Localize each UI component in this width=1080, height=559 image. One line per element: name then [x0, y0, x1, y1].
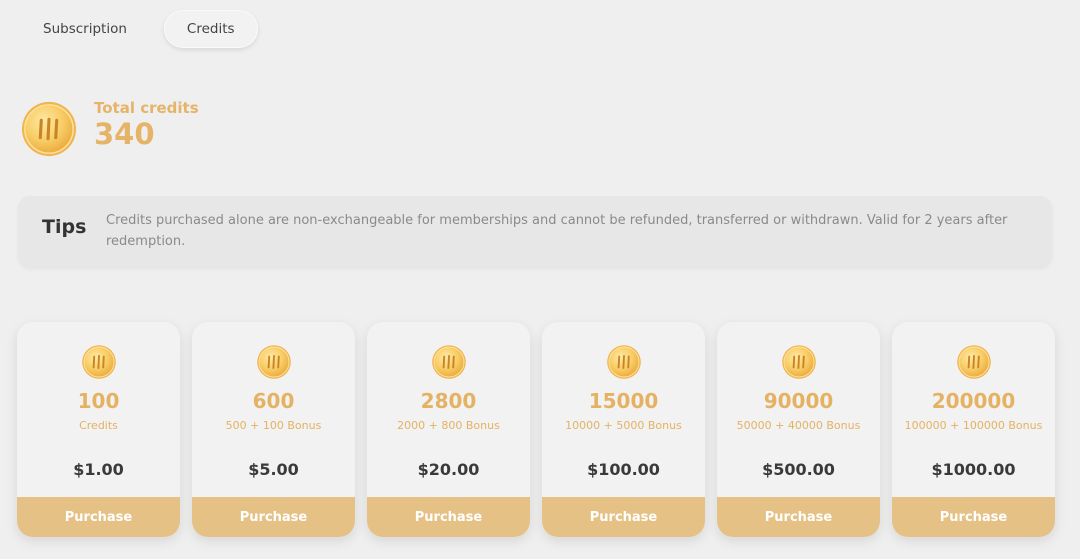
package-price: $20.00 [417, 460, 480, 479]
package-amount: 90000 [763, 389, 834, 413]
coin-icon [431, 344, 467, 380]
coin-icon [781, 344, 817, 380]
package-price: $1000.00 [931, 460, 1016, 479]
purchase-button[interactable]: Purchase [717, 497, 880, 537]
tab-credits[interactable]: Credits [163, 10, 258, 48]
coin-icon [956, 344, 992, 380]
package-breakdown: Credits [79, 419, 118, 432]
purchase-button[interactable]: Purchase [192, 497, 355, 537]
coin-icon [81, 344, 117, 380]
purchase-button[interactable]: Purchase [542, 497, 705, 537]
package-price: $5.00 [248, 460, 299, 479]
total-credits-panel: Total credits 340 [20, 99, 199, 158]
package-card: 600 500 + 100 Bonus $5.00 Purchase [192, 322, 355, 537]
package-price: $500.00 [762, 460, 835, 479]
tab-subscription[interactable]: Subscription [20, 10, 150, 48]
purchase-button[interactable]: Purchase [892, 497, 1055, 537]
coin-icon [256, 344, 292, 380]
purchase-button[interactable]: Purchase [367, 497, 530, 537]
coin-icon [606, 344, 642, 380]
package-card: 15000 10000 + 5000 Bonus $100.00 Purchas… [542, 322, 705, 537]
purchase-button[interactable]: Purchase [17, 497, 180, 537]
package-card: 2800 2000 + 800 Bonus $20.00 Purchase [367, 322, 530, 537]
package-amount: 2800 [420, 389, 477, 413]
tips-box: Tips Credits purchased alone are non-exc… [18, 196, 1052, 267]
package-card: 100 Credits $1.00 Purchase [17, 322, 180, 537]
credit-packages: 100 Credits $1.00 Purchase 600 500 + 100… [17, 322, 1055, 537]
package-amount: 200000 [931, 389, 1016, 413]
package-breakdown: 10000 + 5000 Bonus [565, 419, 682, 432]
package-card: 90000 50000 + 40000 Bonus $500.00 Purcha… [717, 322, 880, 537]
package-amount: 100 [77, 389, 120, 413]
package-price: $1.00 [73, 460, 124, 479]
package-breakdown: 100000 + 100000 Bonus [904, 419, 1043, 432]
tips-title: Tips [42, 216, 87, 238]
package-amount: 15000 [588, 389, 659, 413]
tab-bar: Subscription Credits [20, 10, 258, 48]
total-credits-label: Total credits [94, 99, 199, 117]
tips-text: Credits purchased alone are non-exchange… [106, 213, 1008, 249]
package-breakdown: 2000 + 800 Bonus [397, 419, 500, 432]
package-card: 200000 100000 + 100000 Bonus $1000.00 Pu… [892, 322, 1055, 537]
total-credits-value: 340 [94, 117, 155, 151]
package-price: $100.00 [587, 460, 660, 479]
package-breakdown: 500 + 100 Bonus [225, 419, 322, 432]
package-breakdown: 50000 + 40000 Bonus [736, 419, 861, 432]
package-amount: 600 [252, 389, 295, 413]
coin-icon [20, 100, 78, 158]
